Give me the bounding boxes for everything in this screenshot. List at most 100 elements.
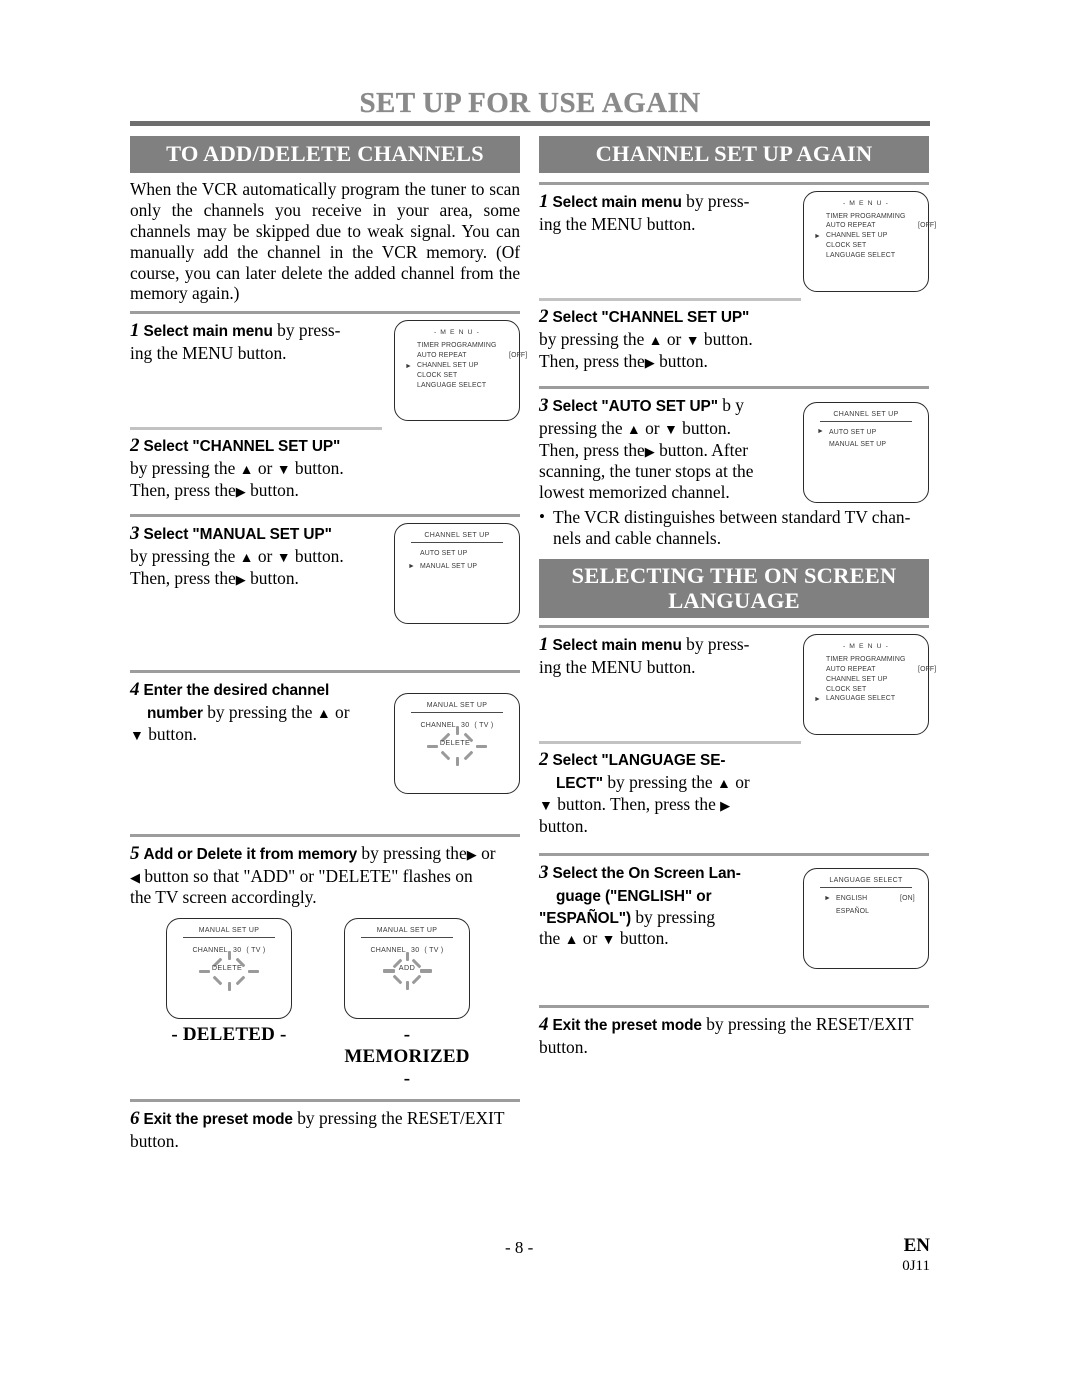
osd-screen-manual-set-up-delete: MANUAL SET UP CHANNEL 30( TV ) DELETE [394,693,520,795]
ch-step-2-l2c: button. [699,328,753,349]
lang-step-1-text: 1 Select main menu by press- ing the MENU… [539,634,777,678]
cursor-arrow-icon: ► [817,428,825,436]
divider [130,1099,520,1103]
step-1-text: 1 Select main menu by press- ing the MENU… [130,320,382,364]
osd-item: CLOCK SET [405,371,519,381]
osd-title-underline [411,712,503,714]
osd-item-label: CHANNEL SET UP [417,362,479,370]
divider [539,1005,929,1009]
osd-item-label: LANGUAGE SELECT [826,695,896,703]
down-arrow-icon: ▼ [130,729,144,745]
osd-item: TIMER PROGRAMMING [814,655,928,665]
divider [539,385,929,389]
ch-step-3-l2c: button. [677,417,731,438]
ch-step-3-bold: Select "AUTO SET UP" [552,397,719,415]
step-3-l2b: or [253,546,277,567]
step-number: 2 [539,305,549,327]
step-1-rest-1: by press- [272,320,341,341]
ch-step-3-l2a: pressing the [539,417,627,438]
divider [130,427,382,431]
right-column: CHANNEL SET UP AGAIN 1 Select main menu b… [539,136,936,1058]
divider [539,297,801,301]
page-title: SET UP FOR USE AGAIN [359,87,701,119]
step-2-bold: Select "CHANNEL SET UP" [143,438,341,456]
divider [130,834,520,838]
ch-step-3-l3a: Then, press the [539,439,645,460]
osd-item-value: [ON] [900,895,915,903]
step-2-l3b: button. [245,480,299,501]
step-number: 5 [130,843,140,865]
step-6-rest-a: by pressing the RESET/EXIT [292,1108,505,1129]
step-1-block: 1 Select main menu by press- ing the MENU… [130,320,527,422]
flash-indicator: ADD [345,952,469,991]
lang-step-1-block: 1 Select main menu by press- ing the MENU… [539,634,936,736]
osd-item-label: CLOCK SET [826,685,867,693]
osd-screen-main-menu: - M E N U - TIMER PROGRAMMING AUTO REPEA… [803,190,936,292]
osd-screen-channel-set-up: CHANNEL SET UP AUTO SET UP ► MANUAL SET U… [394,523,520,625]
down-arrow-icon: ▼ [276,551,291,567]
osd-item: LANGUAGE SELECT [405,381,519,391]
divider [539,625,929,629]
osd-item: LANGUAGE SELECT [814,251,928,261]
ch-step-2-l2a: by pressing the [539,328,649,349]
step-4-rest-c: button. [143,724,197,745]
osd-item: ► ENGLISH [ON] [824,893,928,906]
lang-step-4-block: 4 Exit the preset mode by pressing the RE… [539,1014,929,1058]
up-arrow-icon: ▲ [648,333,663,349]
ch-step-3-block: 3 Select "AUTO SET UP" b y pressing the ▲… [539,395,929,503]
step-number: 2 [539,749,549,771]
osd-item-label: AUTO REPEAT [417,352,467,360]
osd-channel-type: ( TV ) [474,722,494,730]
osd-title: MANUAL SET UP [426,702,488,710]
osd-item-label: AUTO REPEAT [826,665,876,673]
step-3-text: 3 Select "MANUAL SET UP" by pressing the … [130,523,382,589]
lang-step-2-l2b: or [730,772,750,793]
osd-title: - M E N U - [842,199,890,207]
osd-item-label: TIMER PROGRAMMING [417,342,497,350]
step-5-text: 5 Add or Delete it from memory by pressin… [130,843,520,908]
up-arrow-icon: ▲ [626,422,641,438]
step-5-rest-a: by pressing the [357,843,467,864]
osd-channel-number: 30 [233,947,242,955]
step-4-block: 4 Enter the desired channel number by pre… [130,679,520,795]
osd-flash-word: DELETE [211,963,243,973]
osd-item-label: AUTO SET UP [420,550,468,558]
ch-step-3-l4: scanning, the tuner stops at the [539,460,754,481]
osd-menu-list: TIMER PROGRAMMING AUTO REPEAT [OFF] ► CHAN… [395,341,527,391]
flash-indicator: DELETE [395,726,519,767]
osd-item-label: MANUAL SET UP [420,563,478,571]
osd-item: ► CHANNEL SET UP [405,361,519,371]
osd-item-label: TIMER PROGRAMMING [826,656,906,664]
page-number: - 8 - [505,1238,534,1257]
left-column: TO ADD/DELETE CHANNELS When the VCR auto… [130,136,527,1152]
down-arrow-icon: ▼ [276,463,291,479]
ch-step-2-text: 2 Select "CHANNEL SET UP" by pressing the… [539,306,777,372]
bullet-icon: • [539,506,545,526]
right-arrow-icon: ▶ [720,798,731,814]
osd-title: - M E N U - [433,329,481,337]
channel-note: • The VCR distinguishes between standard… [539,507,929,549]
divider [539,181,929,185]
step-number: 1 [130,320,140,342]
ch-step-3-l2b: or [640,417,664,438]
step-6-rest-b: button. [130,1131,179,1152]
up-arrow-icon: ▲ [716,777,731,793]
lang-step-4-rest-b: button. [539,1037,588,1058]
ch-step-1-rest-1: by press- [681,190,750,211]
step-4-bold-2: number [147,705,203,723]
ch-step-2-block: 2 Select "CHANNEL SET UP" by pressing the… [539,306,929,372]
step-5-rest-d: the TV screen accordingly. [130,887,317,908]
step-number: 1 [539,190,549,212]
osd-channel-number: 30 [461,722,470,730]
osd-item: CLOCK SET [814,685,928,695]
osd-flash-word: ADD [398,963,416,973]
channel-note-line-2: nels and cable channels. [553,527,722,548]
osd-screen-manual-set-up-deleted: MANUAL SET UP CHANNEL 30( TV ) DELETE [166,918,292,1020]
osd-item-label: LANGUAGE SELECT [417,381,487,389]
step-number: 2 [130,435,140,457]
step-3-l3b: button. [245,568,299,589]
ch-step-3-text: 3 Select "AUTO SET UP" b y pressing the ▲… [539,395,777,503]
osd-item: TIMER PROGRAMMING [814,212,928,222]
down-arrow-icon: ▼ [685,333,700,349]
cursor-arrow-icon: ► [824,894,832,902]
